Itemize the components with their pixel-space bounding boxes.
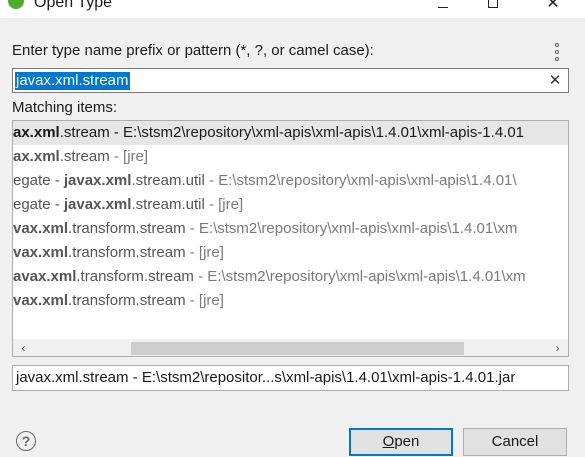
item-location: - E:\stsm2\repository\xml-apis\xml-apis\… [204,172,517,189]
list-item[interactable]: vax.xml.transform.stream - [jre] [13,289,568,313]
minimize-button[interactable] [420,0,466,15]
matching-items-list[interactable]: vax.xml.transform.stream - [jre] avax.xml… [12,120,569,357]
minimize-icon [438,6,448,8]
item-type-name: .transform.stream [76,268,194,285]
maximize-button[interactable] [470,0,516,15]
item-type-name: .stream.util [131,172,205,189]
close-window-button[interactable]: ✕ [530,0,576,15]
list-item[interactable]: ax.xml.stream - E:\stsm2\repository\xml-… [13,121,568,145]
list-item[interactable]: ax.xml.stream - [jre] [13,145,568,169]
list-item-text: ax.xml.stream - E:\stsm2\repository\xml-… [13,121,524,145]
item-match: vax.xml [13,292,69,309]
item-match: javax.xml [63,172,132,189]
item-type-name: .transform.stream [68,244,186,261]
item-match: vax.xml [13,220,69,237]
item-type-name: .transform.stream [68,292,186,309]
list-item[interactable]: avax.xml.transform.stream - E:\stsm2\rep… [13,265,568,289]
item-match: ax.xml [13,148,60,165]
list-item-text: ax.xml.stream - [jre] [13,145,148,169]
list-item-text: vax.xml.transform.stream - [jre] [13,289,224,313]
scrollbar-thumb[interactable] [131,342,464,355]
maximize-icon [488,0,498,8]
item-location: - [jre] [185,292,224,309]
matching-items-label: Matching items: [12,99,118,116]
item-location: - [jre] [204,196,244,213]
cancel-button[interactable]: Cancel [463,428,567,456]
view-menu-icon[interactable] [553,43,561,61]
item-type-name: .stream [59,124,110,141]
item-type-name: .stream.util [131,196,205,213]
list-item-text: avax.xml.transform.stream - E:\stsm2\rep… [13,265,526,289]
item-location: - E:\stsm2\repository\xml-apis\xml-apis\… [185,220,518,237]
item-match: ax.xml [13,124,60,141]
open-button-label: pen [394,433,420,450]
list-item[interactable]: egate - javax.xml.stream.util - [jre] [13,193,568,217]
item-location: - E:\stsm2\repository\xml-apis\xml-apis\… [193,268,526,285]
open-type-dialog: Enter type name prefix or pattern (*, ?,… [0,18,585,457]
list-item-text: egate - javax.xml.stream.util - [jre] [13,193,243,217]
horizontal-scrollbar[interactable]: ‹ › [13,339,568,356]
list-item-text: vax.xml.transform.stream - [jre] [13,241,224,265]
item-type-name: .transform.stream [68,220,186,237]
list-item[interactable]: egate - javax.xml.stream.util - E:\stsm2… [13,169,568,193]
item-match: javax.xml [63,196,132,213]
list-item-text: egate - javax.xml.stream.util - E:\stsm2… [13,169,517,193]
prompt-label: Enter type name prefix or pattern (*, ?,… [12,42,374,59]
clear-search-icon[interactable]: ✕ [546,71,564,91]
type-search-input[interactable]: javax.xml.stream ✕ [12,68,569,93]
eclipse-app-icon [8,0,24,9]
list-item[interactable]: vax.xml.transform.stream - E:\stsm2\repo… [13,217,568,241]
selected-item-path: javax.xml.stream - E:\stsm2\repositor...… [16,369,516,386]
open-button[interactable]: Open [349,428,453,456]
selected-item-detail: javax.xml.stream - E:\stsm2\repositor...… [12,365,569,391]
item-location: - E:\stsm2\repository\xml-apis\xml-apis\… [109,124,525,141]
item-match: vax.xml [13,244,69,261]
open-button-mnemonic: O [382,433,395,450]
scroll-left-icon[interactable]: ‹ [15,340,32,356]
window-titlebar[interactable]: Open Type ✕ [0,0,585,18]
window-title: Open Type [34,0,112,11]
list-item-text: vax.xml.transform.stream - E:\stsm2\repo… [13,217,517,241]
item-match: avax.xml [13,268,77,285]
item-prefix: egate - [13,196,64,213]
item-type-name: .stream [59,148,110,165]
item-prefix: egate - [13,172,64,189]
scroll-right-icon[interactable]: › [549,340,566,356]
item-location: - [jre] [109,148,149,165]
list-item[interactable]: vax.xml.transform.stream - [jre] [13,241,568,265]
item-location: - [jre] [185,244,224,261]
search-input-value[interactable]: javax.xml.stream [15,72,130,90]
close-icon: ✕ [546,0,560,12]
help-icon[interactable]: ? [16,431,36,451]
